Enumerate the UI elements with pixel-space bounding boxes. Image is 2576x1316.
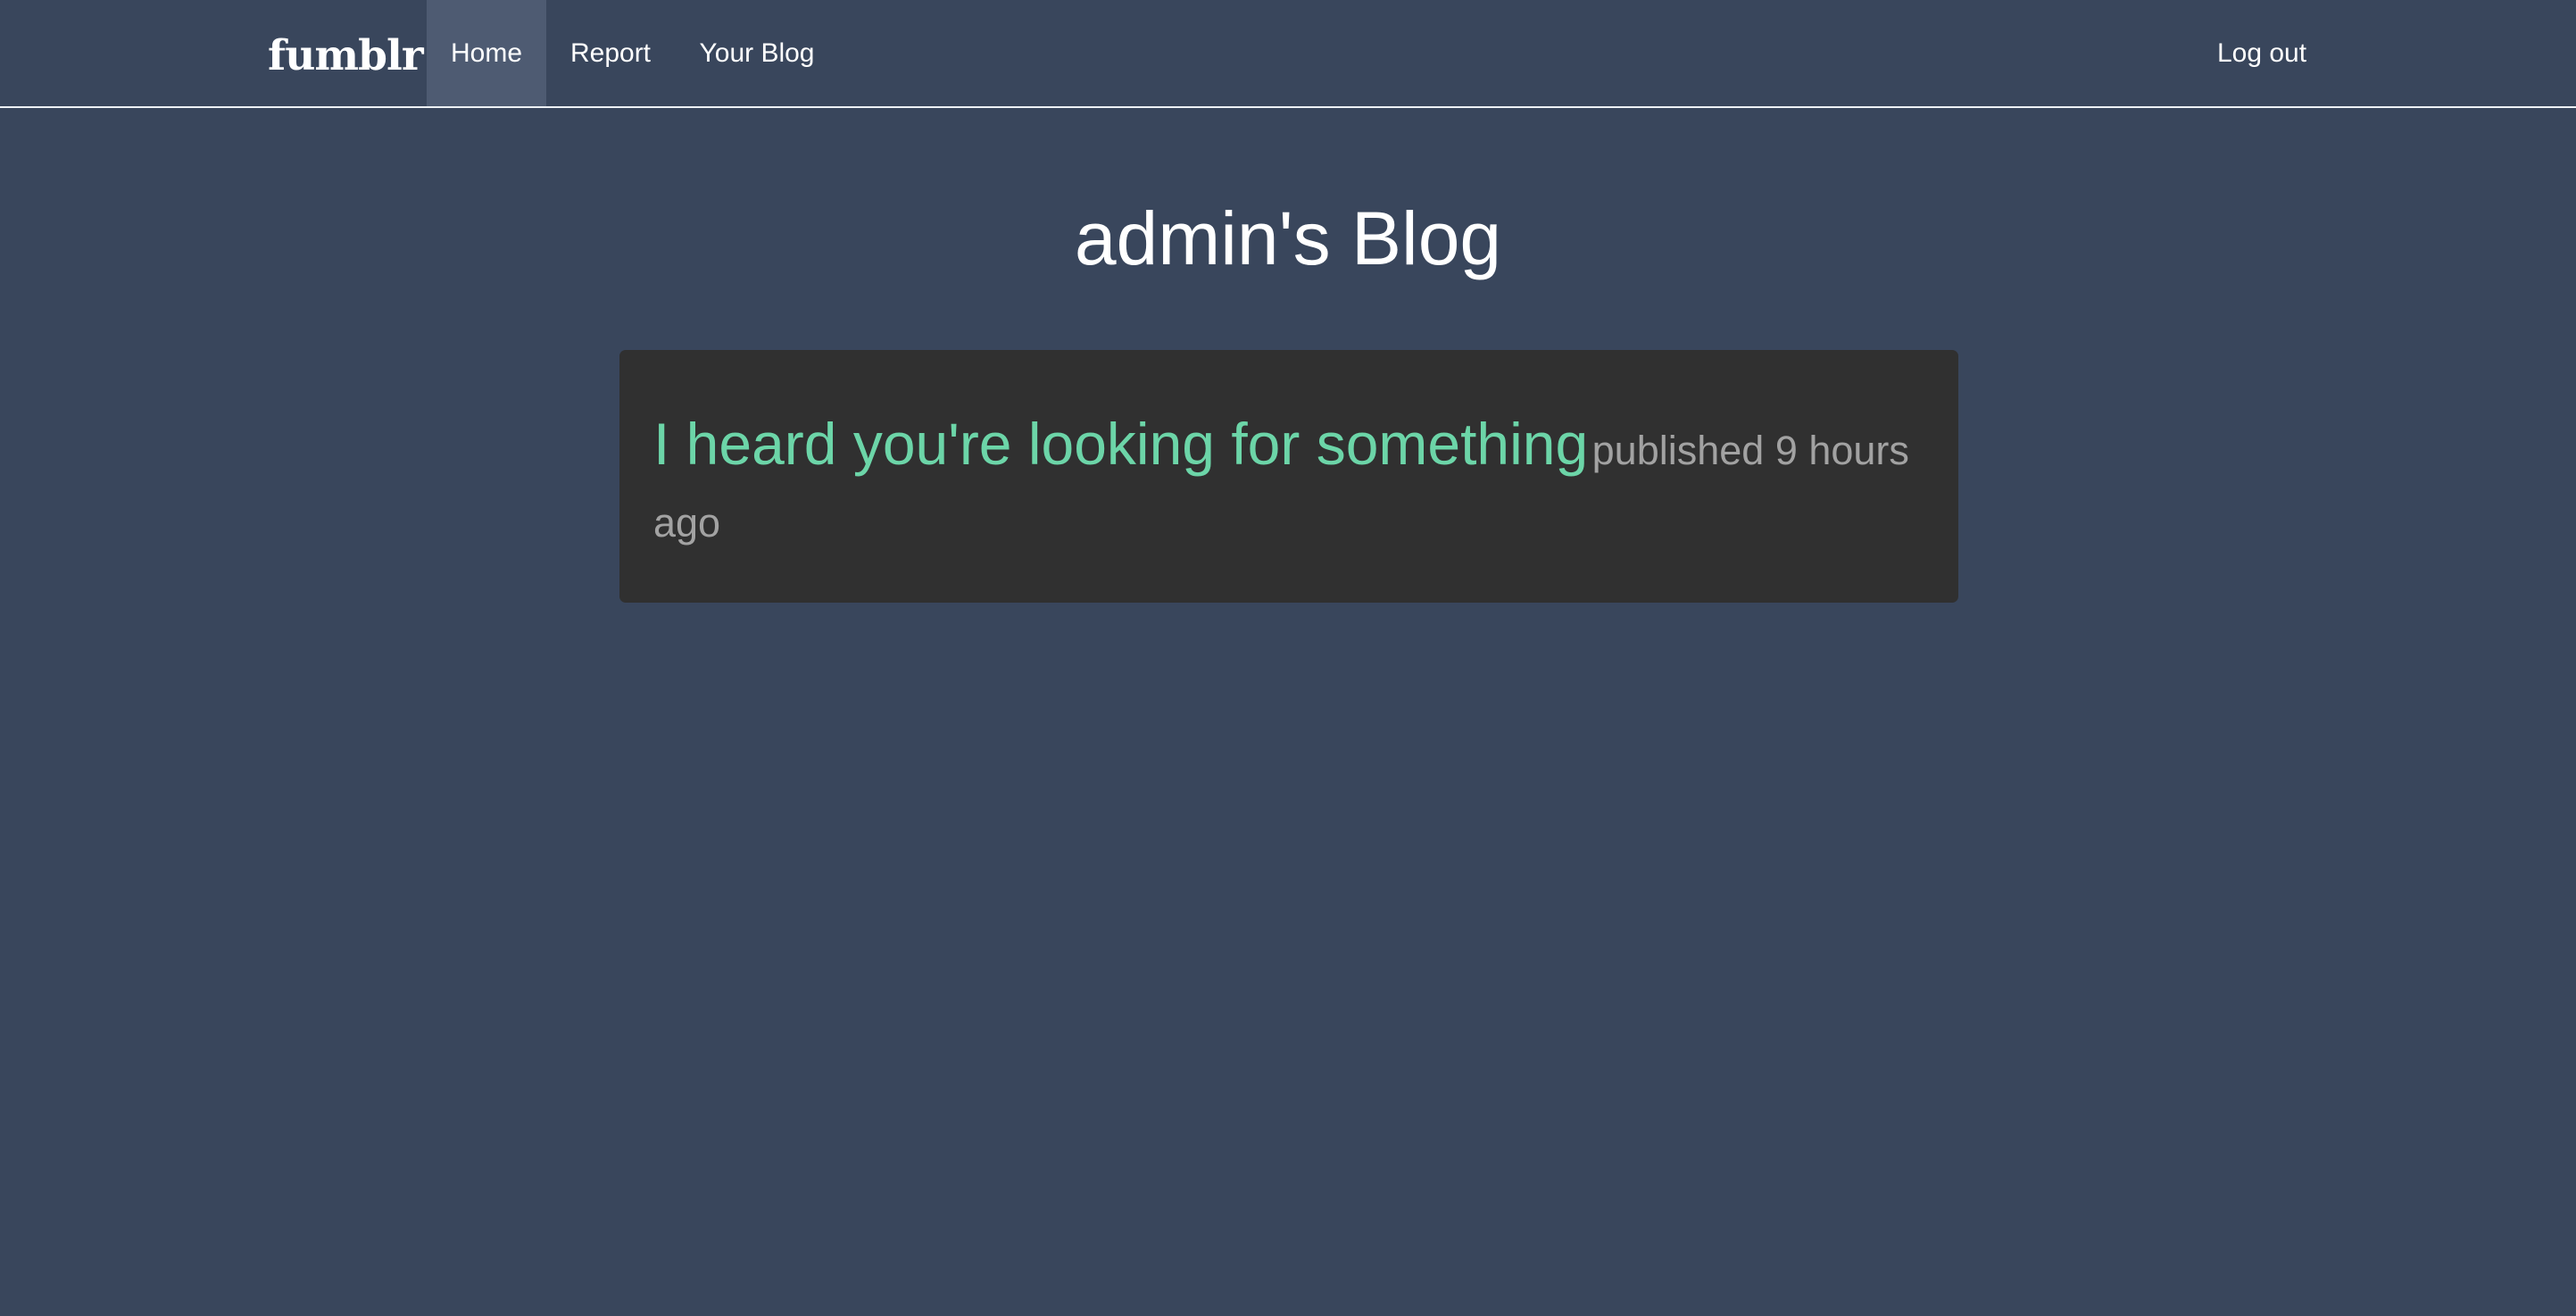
nav-home-link[interactable]: Home [427,0,546,106]
post-card: I heard you're looking for something pub… [619,350,1958,603]
logout-link[interactable]: Log out [2194,0,2330,106]
brand-logo-link[interactable]: fumblr [268,0,424,106]
nav-your-blog-link[interactable]: Your Blog [675,0,839,106]
page-title: admin's Blog [1074,196,1502,280]
top-navbar: fumblr Home Report Your Blog Log out [0,0,2576,108]
post-heading: I heard you're looking for something pub… [653,412,1924,564]
post-title-link[interactable]: I heard you're looking for something [653,411,1588,477]
nav-report-link[interactable]: Report [546,0,675,106]
